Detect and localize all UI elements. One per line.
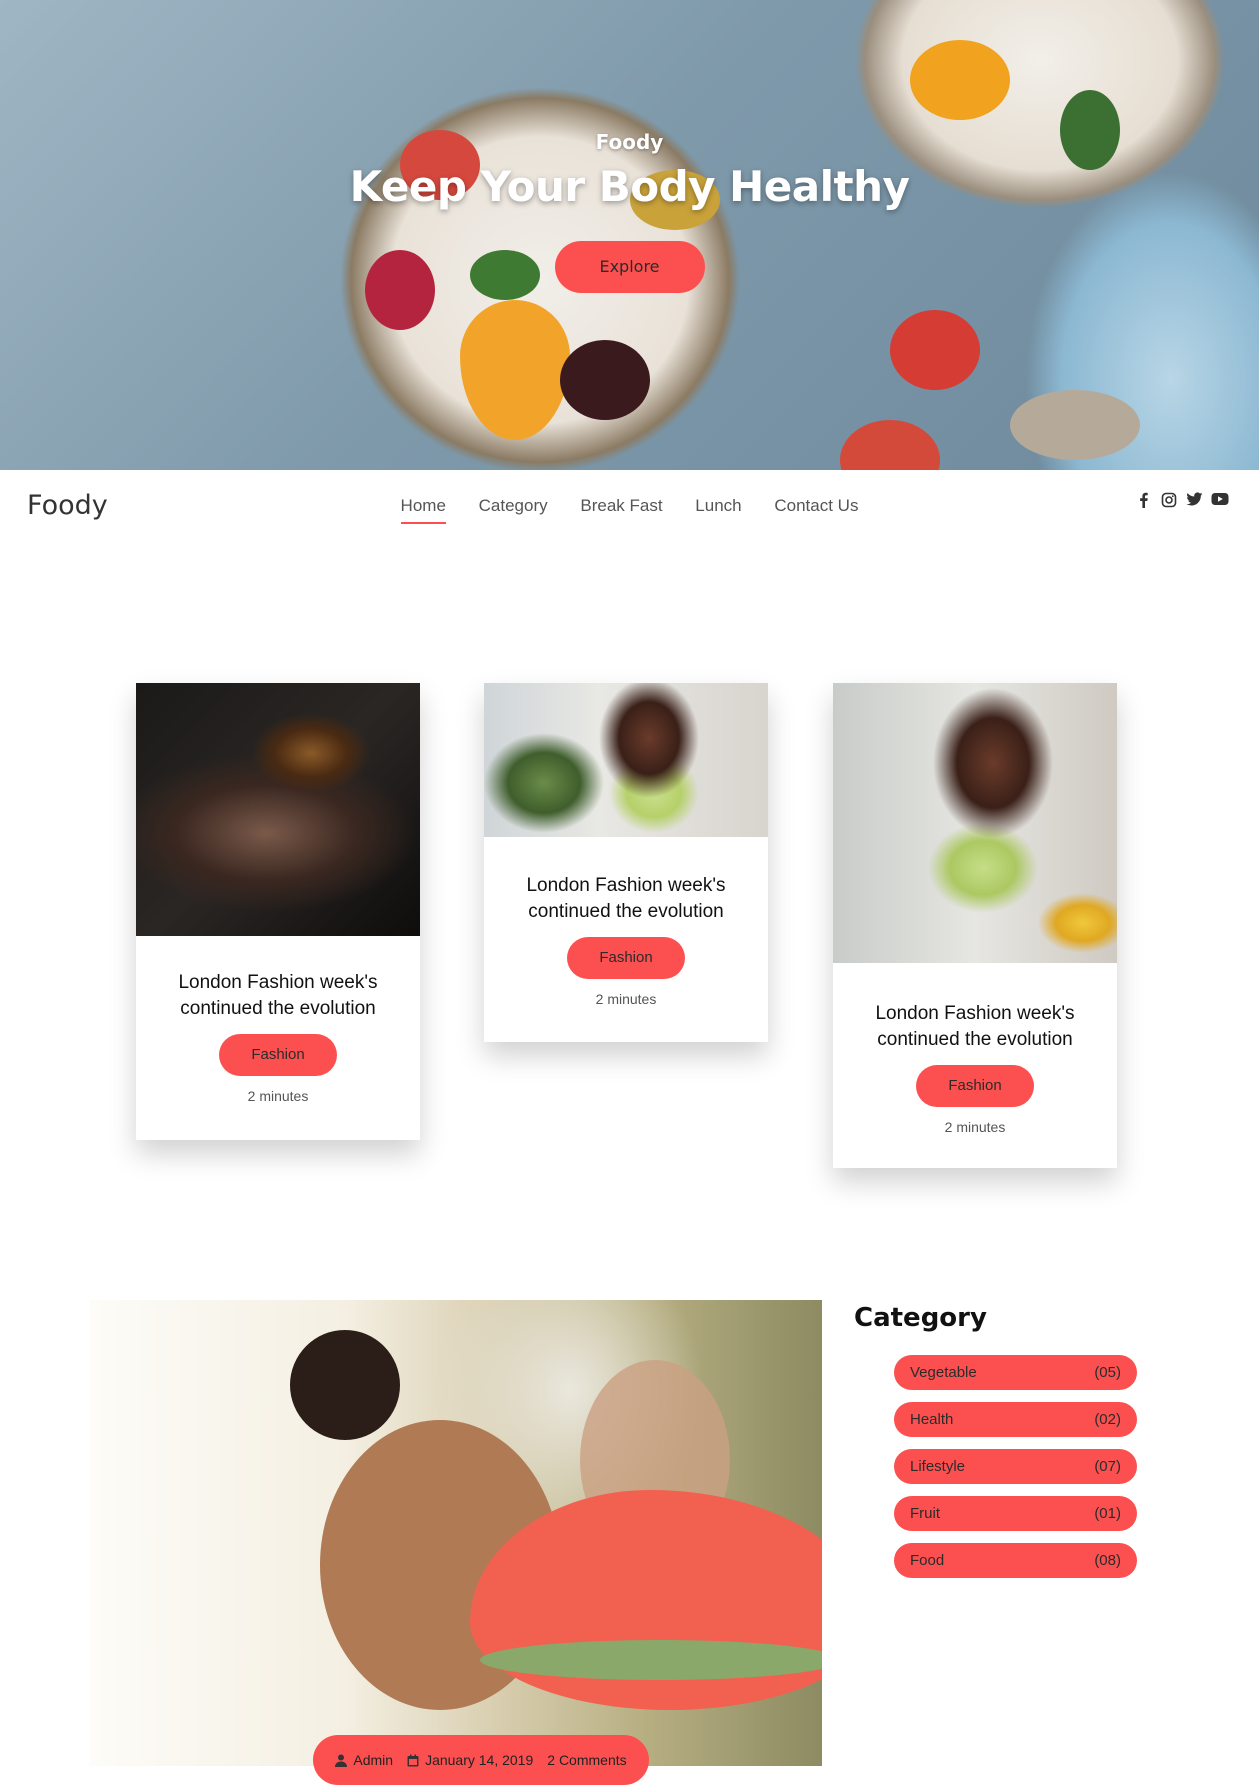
nav-item-lunch[interactable]: Lunch — [695, 496, 741, 522]
nav-item-home[interactable]: Home — [400, 496, 446, 524]
cherry-shape — [560, 340, 650, 420]
spoon-shape — [1010, 390, 1140, 460]
post-read-time: 2 minutes — [595, 991, 657, 1007]
nav-links: Home Category Break Fast Lunch Contact U… — [0, 496, 1259, 524]
hair-bun-shape — [290, 1330, 400, 1440]
explore-button[interactable]: Explore — [554, 241, 705, 293]
category-item-health[interactable]: Health (02) — [894, 1402, 1137, 1437]
post-date-text: January 14, 2019 — [425, 1752, 534, 1768]
category-label: Food — [910, 1552, 945, 1569]
post-title[interactable]: London Fashion week's continued the evol… — [833, 1001, 1117, 1053]
main-navbar: Foody Home Category Break Fast Lunch Con… — [0, 470, 1259, 550]
post-image-woman-eating — [833, 683, 1117, 963]
watermelon-rind-shape — [480, 1640, 822, 1680]
category-count: (01) — [1094, 1505, 1121, 1522]
post-tag-button[interactable]: Fashion — [916, 1065, 1034, 1107]
post-date: January 14, 2019 — [407, 1752, 533, 1768]
hero-subtitle: Foody — [595, 130, 664, 154]
post-card-3[interactable]: London Fashion week's continued the evol… — [833, 683, 1117, 1168]
post-tag-button[interactable]: Fashion — [219, 1034, 337, 1076]
youtube-icon[interactable] — [1211, 492, 1229, 508]
post-comments[interactable]: 2 Comments — [547, 1752, 626, 1768]
category-label: Lifestyle — [910, 1458, 966, 1475]
twitter-icon[interactable] — [1186, 492, 1203, 508]
category-item-vegetable[interactable]: Vegetable (05) — [894, 1355, 1137, 1390]
post-title[interactable]: London Fashion week's continued the evol… — [484, 873, 768, 925]
strawberry-right-shape — [890, 310, 980, 390]
hero-content: Foody Keep Your Body Healthy Explore — [0, 130, 1259, 293]
post-meta-bar: Admin January 14, 2019 2 Comments — [313, 1735, 649, 1785]
post-card-2[interactable]: London Fashion week's continued the evol… — [484, 683, 768, 1042]
post-card-1[interactable]: London Fashion week's continued the evol… — [136, 683, 420, 1140]
category-count: (02) — [1094, 1411, 1121, 1428]
category-label: Fruit — [910, 1505, 940, 1522]
post-author-name: Admin — [353, 1752, 394, 1768]
category-label: Vegetable — [910, 1364, 977, 1381]
post-read-time: 2 minutes — [944, 1119, 1006, 1135]
post-image-oil-dropper — [136, 683, 420, 936]
facebook-icon[interactable] — [1136, 492, 1152, 508]
hero-title: Keep Your Body Healthy — [349, 162, 910, 211]
category-item-food[interactable]: Food (08) — [894, 1543, 1137, 1578]
post-title[interactable]: London Fashion week's continued the evol… — [136, 970, 420, 1022]
category-count: (07) — [1094, 1458, 1121, 1475]
nav-item-breakfast[interactable]: Break Fast — [580, 496, 662, 522]
category-list: Vegetable (05) Health (02) Lifestyle (07… — [894, 1355, 1137, 1590]
category-count: (05) — [1094, 1364, 1121, 1381]
category-count: (08) — [1094, 1552, 1121, 1569]
category-item-fruit[interactable]: Fruit (01) — [894, 1496, 1137, 1531]
hero-banner: Foody Keep Your Body Healthy Explore — [0, 0, 1259, 470]
category-item-lifestyle[interactable]: Lifestyle (07) — [894, 1449, 1137, 1484]
category-heading: Category — [854, 1303, 987, 1333]
orange-slice-shape — [460, 300, 570, 440]
post-image-woman-kitchen — [484, 683, 768, 837]
post-read-time: 2 minutes — [247, 1088, 309, 1104]
orange-right-shape — [910, 40, 1010, 120]
post-comments-text: 2 Comments — [547, 1752, 627, 1768]
category-label: Health — [910, 1411, 954, 1428]
strawberry-bottom-shape — [840, 420, 940, 470]
nav-item-contact[interactable]: Contact Us — [774, 496, 858, 522]
feature-post-image[interactable] — [90, 1300, 822, 1766]
post-tag-button[interactable]: Fashion — [567, 937, 685, 979]
user-icon — [335, 1754, 348, 1767]
social-icons — [1136, 492, 1229, 508]
nav-item-category[interactable]: Category — [479, 496, 548, 522]
instagram-icon[interactable] — [1161, 492, 1177, 508]
post-author[interactable]: Admin — [335, 1752, 393, 1768]
calendar-icon — [407, 1754, 419, 1766]
